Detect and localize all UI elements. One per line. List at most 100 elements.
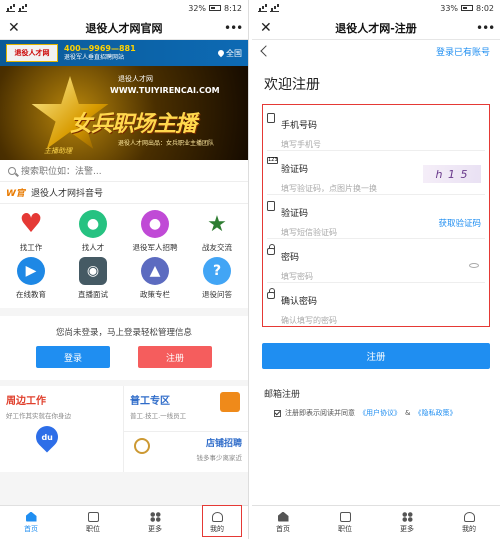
shop-title: 店铺招聘 bbox=[205, 438, 242, 449]
site-logo[interactable]: 退役人才网 bbox=[6, 44, 58, 62]
grid-item-find-talent[interactable]: ● 找人才 bbox=[63, 210, 123, 253]
more-icon[interactable]: ••• bbox=[476, 21, 495, 35]
hero-small-label: 退役人才网 bbox=[118, 75, 153, 83]
code-icon: 123 bbox=[267, 157, 278, 164]
hero-banner[interactable]: 退役人才网 WWW.TUIYIRENCAI.COM 女兵职场主播 主播助理 退役… bbox=[0, 66, 248, 160]
eye-icon[interactable] bbox=[469, 263, 479, 268]
tab-more[interactable]: 更多 bbox=[376, 506, 438, 539]
home-icon bbox=[25, 511, 37, 522]
confirm-password-input[interactable] bbox=[281, 313, 451, 327]
wifi-icon bbox=[270, 5, 279, 12]
tab-jobs[interactable]: 职位 bbox=[62, 506, 124, 539]
grid-item-veteran-recruit[interactable]: ● 退役军人招聘 bbox=[125, 210, 185, 253]
badge-icon bbox=[220, 392, 240, 412]
clock-icon bbox=[134, 437, 150, 454]
search-placeholder: 搜索职位如：法警... bbox=[21, 167, 102, 177]
login-panel: 您尚未登录，马上登录轻松管理信息 登录 注册 bbox=[0, 316, 248, 380]
slogan: 退役军人垂直招聘网站 bbox=[64, 54, 125, 61]
camera-icon: ◉ bbox=[79, 257, 107, 285]
tab-mine[interactable]: 我的 bbox=[438, 506, 500, 539]
page-title: 退役人才网-注册 bbox=[335, 21, 417, 35]
back-arrow-icon[interactable] bbox=[260, 45, 272, 57]
login-button[interactable]: 登录 bbox=[36, 346, 110, 368]
region-selector[interactable]: 全国 bbox=[216, 48, 242, 59]
signal-icon bbox=[258, 5, 267, 12]
more-icon[interactable]: ••• bbox=[224, 21, 243, 35]
captcha-input[interactable] bbox=[281, 181, 451, 195]
status-bar: 32% 8:12 bbox=[0, 0, 248, 16]
captcha-field: 123 验证码 h 1 5 bbox=[267, 151, 485, 195]
shop-subtitle: 钱多事少离家近 bbox=[196, 453, 243, 462]
hero-subtitle: 退役人才网出品：女兵职业主播团队 bbox=[118, 140, 215, 147]
play-icon: ▶ bbox=[17, 257, 45, 285]
shop-jobs-card[interactable]: 店铺招聘 钱多事少离家近 bbox=[124, 432, 248, 473]
login-existing-link[interactable]: 登录已有账号 bbox=[436, 45, 490, 58]
feature-grid: ♥ 找工作 ● 找人才 ● 退役军人招聘 ★ 战友交流 ▶ 在线教育 ◉ 直播面… bbox=[0, 204, 248, 308]
douyin-label: 退役人才网抖音号 bbox=[30, 189, 103, 199]
password-input[interactable] bbox=[281, 269, 451, 283]
wifi-icon bbox=[18, 5, 27, 12]
nearby-title: 周边工作 bbox=[6, 396, 46, 407]
briefcase-icon bbox=[87, 511, 99, 522]
general-jobs-card[interactable]: 普工专区 普工.技工.一线员工 bbox=[124, 386, 248, 432]
grid-item-online-edu[interactable]: ▶ 在线教育 bbox=[1, 257, 61, 300]
star-badge-icon: ★ bbox=[203, 210, 231, 238]
phone-icon bbox=[267, 113, 275, 123]
nearby-subtitle: 好工作其实就在你身边 bbox=[6, 412, 71, 420]
battery-percent: 33% bbox=[440, 3, 459, 13]
status-time: 8:12 bbox=[224, 3, 242, 13]
grid-icon bbox=[149, 511, 161, 522]
close-icon[interactable]: ✕ bbox=[260, 20, 276, 36]
tab-home[interactable]: 首页 bbox=[0, 506, 62, 539]
tab-bar: 首页 职位 更多 我的 bbox=[0, 505, 248, 539]
nearby-jobs-card[interactable]: 周边工作 好工作其实就在你身边 du bbox=[0, 386, 124, 472]
region-label: 全国 bbox=[226, 48, 242, 58]
hero-mark: 主播助理 bbox=[44, 147, 72, 155]
agreement-row: 注册即表示阅读并同意 《用户协议》 & 《隐私政策》 bbox=[252, 408, 500, 418]
search-bar[interactable]: 搜索职位如：法警... bbox=[0, 160, 248, 182]
search-icon bbox=[8, 166, 16, 175]
home-screen: 32% 8:12 ✕ 退役人才网官网 ••• 退役人才网 400—9969—88… bbox=[0, 0, 249, 539]
sms-field: 验证码 获取验证码 bbox=[267, 195, 485, 239]
drop-icon: ● bbox=[141, 210, 169, 238]
agree-checkbox[interactable] bbox=[274, 409, 281, 417]
grid-item-find-job[interactable]: ♥ 找工作 bbox=[1, 209, 61, 253]
hotline: 400—9969—881 bbox=[64, 44, 136, 53]
phone-input[interactable] bbox=[281, 137, 451, 151]
grid-item-comrade-chat[interactable]: ★ 战友交流 bbox=[187, 210, 247, 253]
nav-bar: ✕ 退役人才网官网 ••• bbox=[0, 16, 248, 40]
status-bar: 33% 8:02 bbox=[252, 0, 500, 16]
privacy-link[interactable]: 《隐私政策》 bbox=[414, 408, 456, 418]
person-icon bbox=[463, 511, 475, 522]
close-icon[interactable]: ✕ bbox=[8, 20, 24, 36]
get-code-button[interactable]: 获取验证码 bbox=[438, 217, 481, 229]
submit-register-button[interactable]: 注册 bbox=[262, 343, 490, 369]
tab-jobs[interactable]: 职位 bbox=[314, 506, 376, 539]
briefcase-icon bbox=[339, 511, 351, 522]
login-prompt: 您尚未登录，马上登录轻松管理信息 bbox=[55, 328, 192, 338]
terms-link[interactable]: 《用户协议》 bbox=[359, 408, 401, 418]
status-time: 8:02 bbox=[476, 3, 494, 13]
lock-icon bbox=[267, 244, 275, 255]
tab-more[interactable]: 更多 bbox=[124, 506, 186, 539]
register-button[interactable]: 注册 bbox=[138, 346, 212, 368]
captcha-image[interactable]: h 1 5 bbox=[423, 165, 481, 183]
register-form: 手机号码 123 验证码 h 1 5 验证码 获取验证码 密码 bbox=[262, 104, 490, 327]
battery-percent: 32% bbox=[188, 3, 207, 13]
grid-item-policy[interactable]: ▲ 政策专栏 bbox=[125, 257, 185, 300]
grid-item-qa[interactable]: ? 退役问答 bbox=[187, 257, 247, 300]
grid-item-live-interview[interactable]: ◉ 直播面试 bbox=[63, 257, 123, 300]
password-field: 密码 bbox=[267, 239, 485, 283]
heart-icon: ♥ bbox=[17, 209, 45, 239]
hero-url: WWW.TUIYIRENCAI.COM bbox=[110, 86, 220, 95]
page-title: 退役人才网官网 bbox=[85, 21, 163, 35]
home-icon bbox=[277, 511, 289, 522]
battery-icon bbox=[209, 5, 222, 11]
sms-input[interactable] bbox=[281, 225, 451, 239]
confirm-password-field: 确认密码 bbox=[267, 283, 485, 327]
email-register-link[interactable]: 邮箱注册 bbox=[252, 369, 500, 408]
question-icon: ? bbox=[203, 257, 231, 285]
douyin-row[interactable]: W官 退役人才网抖音号 bbox=[0, 182, 248, 204]
tab-home[interactable]: 首页 bbox=[252, 506, 314, 539]
sms-icon bbox=[267, 201, 275, 211]
